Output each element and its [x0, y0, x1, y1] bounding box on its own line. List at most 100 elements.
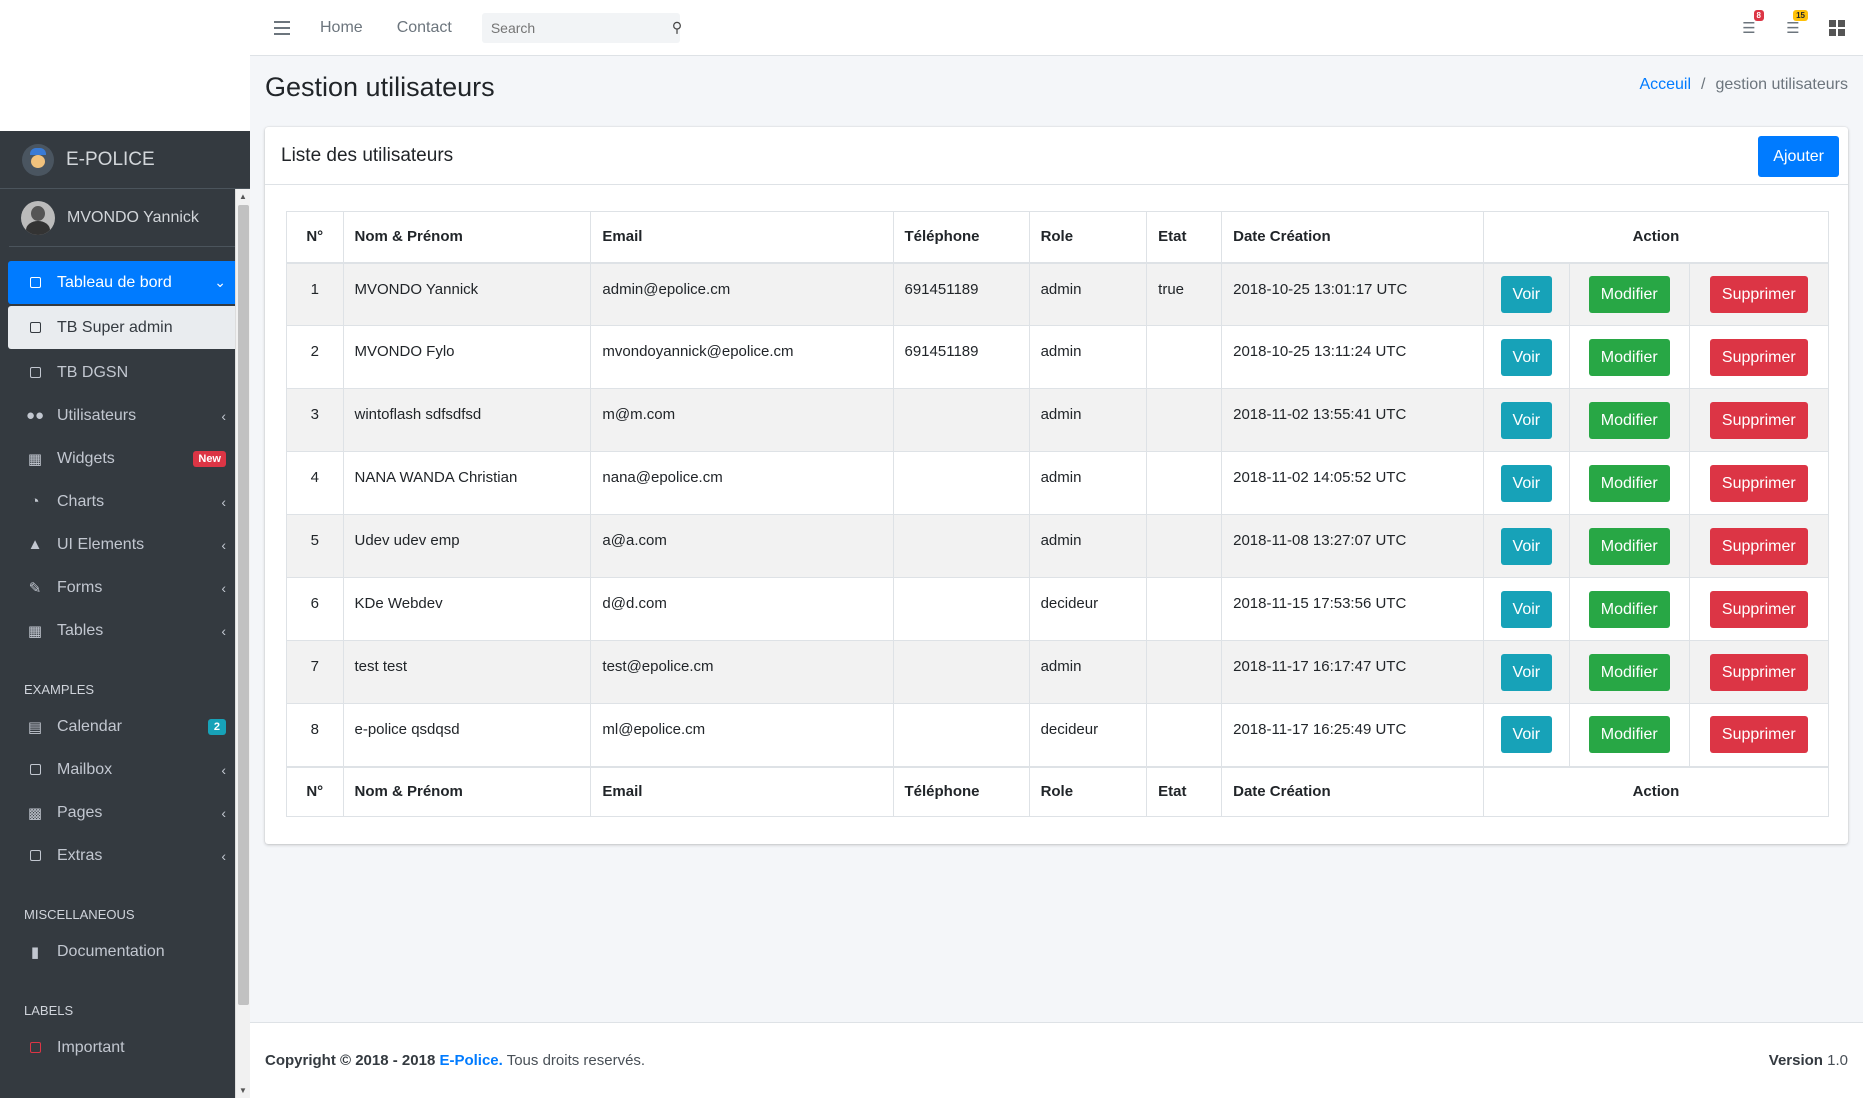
table-row: 5 Udev udev emp a@a.com admin 2018-11-08 13:…	[286, 514, 1830, 578]
edit-button[interactable]: Modifier	[1588, 464, 1670, 502]
delete-button[interactable]: Supprimer	[1709, 275, 1808, 313]
view-button[interactable]: Voir	[1500, 401, 1553, 439]
cell-role: admin	[1028, 388, 1148, 452]
column-header-etat[interactable]: Etat	[1146, 211, 1223, 264]
cell-email: d@d.com	[590, 577, 894, 641]
cell-num: 8	[286, 703, 344, 767]
sidebar-item-label: Tables	[57, 621, 104, 639]
column-header-num[interactable]: N°	[286, 211, 344, 264]
column-header-phone[interactable]: Téléphone	[892, 211, 1030, 264]
sidebar-item-widgets[interactable]: ▦ Widgets New	[8, 437, 242, 480]
edit-button[interactable]: Modifier	[1588, 275, 1670, 313]
scrollbar-thumb[interactable]	[238, 205, 249, 1005]
search-icon[interactable]: ⚲	[672, 19, 682, 36]
breadcrumb-home-link[interactable]: Acceuil	[1639, 76, 1691, 93]
chevron-left-icon: ‹	[221, 579, 226, 596]
sidebar-item-tables[interactable]: ▦ Tables ‹	[8, 609, 242, 652]
cell-role: admin	[1028, 262, 1148, 326]
calendar-icon: ▤	[27, 718, 43, 736]
view-button[interactable]: Voir	[1500, 275, 1553, 313]
edit-button[interactable]: Modifier	[1588, 338, 1670, 376]
edit-button[interactable]: Modifier	[1588, 527, 1670, 565]
view-button[interactable]: Voir	[1500, 716, 1553, 754]
circle-icon	[24, 322, 46, 333]
delete-button[interactable]: Supprimer	[1709, 338, 1808, 376]
cell-email: admin@epolice.cm	[590, 262, 894, 326]
notifications-icon[interactable]: ☰ 15	[1771, 10, 1815, 37]
delete-button[interactable]: Supprimer	[1709, 653, 1808, 691]
table-header-row: N° Nom & Prénom Email Téléphone Role Eta…	[286, 211, 1830, 264]
cell-action: Supprimer	[1688, 703, 1830, 767]
sidebar-item-tb-super-admin[interactable]: TB Super admin	[8, 306, 242, 349]
view-button[interactable]: Voir	[1500, 464, 1553, 502]
table-row: 1 MVONDO Yannick admin@epolice.cm 691451189…	[286, 262, 1830, 326]
brand[interactable]: E-POLICE	[0, 131, 250, 189]
messages-badge: 8	[1753, 10, 1764, 21]
edit-button[interactable]: Modifier	[1588, 590, 1670, 628]
footer-header-role: Role	[1028, 765, 1148, 817]
scroll-up-icon[interactable]: ▲	[239, 192, 247, 201]
sidebar-item-utilisateurs[interactable]: ●● Utilisateurs ‹	[8, 394, 242, 437]
footer-brand-link[interactable]: E-Police.	[439, 1052, 502, 1069]
search-input[interactable]	[481, 12, 672, 43]
sidebar-item-mailbox[interactable]: Mailbox ‹	[8, 748, 242, 791]
edit-button[interactable]: Modifier	[1588, 401, 1670, 439]
delete-button[interactable]: Supprimer	[1709, 401, 1808, 439]
column-header-role[interactable]: Role	[1028, 211, 1148, 264]
chevron-left-icon: ‹	[221, 407, 226, 424]
cell-action: Supprimer	[1688, 451, 1830, 515]
column-header-name[interactable]: Nom & Prénom	[342, 211, 592, 264]
column-header-date[interactable]: Date Création	[1221, 211, 1484, 264]
topbar: Home Contact ⚲ ☰8 ☰15	[250, 0, 1863, 56]
table-row: 7 test test test@epolice.cm admin 2018-11-17…	[286, 640, 1830, 704]
edit-button[interactable]: Modifier	[1588, 653, 1670, 691]
sidebar-item-charts[interactable]: ◔ Charts ‹	[8, 480, 242, 523]
cell-action: Voir	[1482, 325, 1570, 389]
scroll-down-icon[interactable]: ▼	[239, 1086, 247, 1095]
delete-button[interactable]: Supprimer	[1709, 464, 1808, 502]
cell-action: Modifier	[1568, 640, 1690, 704]
chevron-down-icon: ⌄	[214, 274, 226, 290]
column-header-email[interactable]: Email	[590, 211, 894, 264]
cell-action: Modifier	[1568, 388, 1690, 452]
sidebar-item-tb-dgsn[interactable]: TB DGSN	[8, 351, 242, 394]
user-panel[interactable]: MVONDO Yannick	[9, 189, 241, 247]
sidebar-item-extras[interactable]: Extras ‹	[8, 834, 242, 877]
view-button[interactable]: Voir	[1500, 338, 1553, 376]
cell-phone	[892, 640, 1030, 704]
add-user-button[interactable]: Ajouter	[1758, 136, 1839, 177]
footer-header-email: Email	[590, 765, 894, 817]
delete-button[interactable]: Supprimer	[1709, 590, 1808, 628]
view-button[interactable]: Voir	[1500, 653, 1553, 691]
apps-grid-icon[interactable]	[1815, 20, 1859, 36]
cell-name: MVONDO Fylo	[342, 325, 592, 389]
nav-link-home[interactable]: Home	[320, 19, 363, 37]
chevron-left-icon: ‹	[221, 493, 226, 510]
delete-button[interactable]: Supprimer	[1709, 527, 1808, 565]
edit-button[interactable]: Modifier	[1588, 716, 1670, 754]
user-name[interactable]: MVONDO Yannick	[67, 209, 199, 227]
sidebar-item-documentation[interactable]: ▮ Documentation	[8, 930, 242, 973]
breadcrumb: Acceuil / gestion utilisateurs	[1639, 76, 1848, 94]
menu-icon[interactable]	[274, 20, 296, 35]
nav-link-contact[interactable]: Contact	[397, 19, 452, 37]
view-button[interactable]: Voir	[1500, 590, 1553, 628]
topbar-right: ☰ 8 ☰ 15	[1727, 0, 1863, 56]
cell-num: 6	[286, 577, 344, 641]
cell-etat	[1146, 703, 1223, 767]
view-button[interactable]: Voir	[1500, 527, 1553, 565]
sidebar-item-important[interactable]: Important	[8, 1026, 242, 1069]
sidebar-item-forms[interactable]: ✎ Forms ‹	[8, 566, 242, 609]
sidebar-item-tableau-de-bord[interactable]: Tableau de bord ⌄	[8, 261, 242, 304]
delete-button[interactable]: Supprimer	[1709, 716, 1808, 754]
table-row: 3 wintoflash sdfsdfsd m@m.com admin 2018-11-…	[286, 388, 1830, 452]
sidebar-scrollbar[interactable]: ▲ ▼	[235, 189, 250, 1098]
cell-phone: 691451189	[892, 325, 1030, 389]
sidebar-item-ui-elements[interactable]: ▲ UI Elements ‹	[8, 523, 242, 566]
cell-action: Modifier	[1568, 514, 1690, 578]
version-label: Version	[1768, 1052, 1823, 1069]
users-card: Liste des utilisateurs Ajouter N° Nom & …	[265, 127, 1848, 844]
messages-icon[interactable]: ☰ 8	[1727, 10, 1771, 37]
sidebar-item-pages[interactable]: ▩ Pages ‹	[8, 791, 242, 834]
sidebar-item-calendar[interactable]: ▤ Calendar 2	[8, 705, 242, 748]
